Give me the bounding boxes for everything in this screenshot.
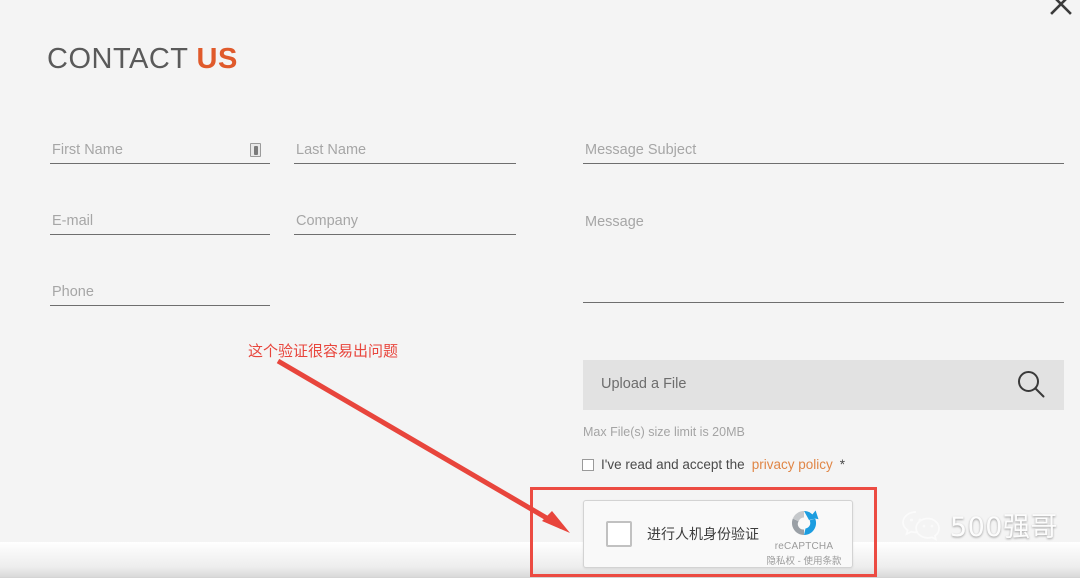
page-title: CONTACT US bbox=[47, 43, 238, 76]
page-title-lead: CONTACT bbox=[47, 43, 197, 75]
recaptcha-brand-name: reCAPTCHA bbox=[774, 541, 834, 552]
upload-file-button[interactable]: Upload a File bbox=[583, 360, 1064, 410]
company-input[interactable]: Company bbox=[294, 203, 516, 235]
recaptcha-logo-icon bbox=[791, 510, 819, 536]
message-subject-input[interactable]: Message Subject bbox=[583, 132, 1064, 164]
email-placeholder: E-mail bbox=[52, 213, 94, 229]
phone-placeholder: Phone bbox=[52, 284, 94, 300]
privacy-policy-checkbox[interactable] bbox=[582, 458, 594, 471]
wechat-icon bbox=[902, 510, 940, 541]
recaptcha-label: 进行人机身份验证 bbox=[647, 526, 759, 542]
privacy-policy-required-mark: * bbox=[839, 457, 845, 472]
recaptcha-checkbox[interactable] bbox=[606, 521, 632, 547]
recaptcha-terms-links[interactable]: 隐私权 - 使用条款 bbox=[764, 553, 844, 567]
company-placeholder: Company bbox=[296, 213, 359, 229]
message-placeholder: Message bbox=[585, 214, 644, 230]
close-icon[interactable] bbox=[1046, 0, 1076, 19]
first-name-input[interactable]: First Name bbox=[50, 132, 270, 164]
search-icon[interactable] bbox=[1014, 368, 1048, 402]
recaptcha-widget[interactable]: 进行人机身份验证 reCAPTCHA 隐私权 - 使用条款 bbox=[583, 500, 853, 568]
recaptcha-brand: reCAPTCHA 隐私权 - 使用条款 bbox=[764, 506, 844, 567]
email-input[interactable]: E-mail bbox=[50, 203, 270, 235]
watermark: 500强哥 bbox=[901, 505, 1058, 544]
contact-form-page: CONTACT US First Name Last Name E-mail C… bbox=[0, 0, 1080, 578]
message-subject-placeholder: Message Subject bbox=[585, 142, 697, 158]
autofill-icon[interactable] bbox=[250, 143, 261, 157]
upload-file-label: Upload a File bbox=[601, 376, 687, 392]
last-name-placeholder: Last Name bbox=[296, 142, 367, 158]
privacy-policy-link[interactable]: privacy policy bbox=[752, 457, 833, 472]
watermark-text: 500强哥 bbox=[949, 512, 1058, 543]
annotation-note: 这个验证很容易出问题 bbox=[248, 342, 399, 360]
upload-size-hint: Max File(s) size limit is 20MB bbox=[583, 425, 745, 439]
last-name-input[interactable]: Last Name bbox=[294, 132, 516, 164]
message-textarea[interactable]: Message bbox=[583, 205, 1064, 303]
page-title-accent: US bbox=[196, 43, 238, 75]
first-name-placeholder: First Name bbox=[52, 142, 123, 158]
privacy-policy-text-before: I've read and accept the bbox=[601, 457, 745, 472]
privacy-policy-row[interactable]: I've read and accept the privacy policy … bbox=[582, 457, 845, 472]
phone-input[interactable]: Phone bbox=[50, 274, 270, 306]
